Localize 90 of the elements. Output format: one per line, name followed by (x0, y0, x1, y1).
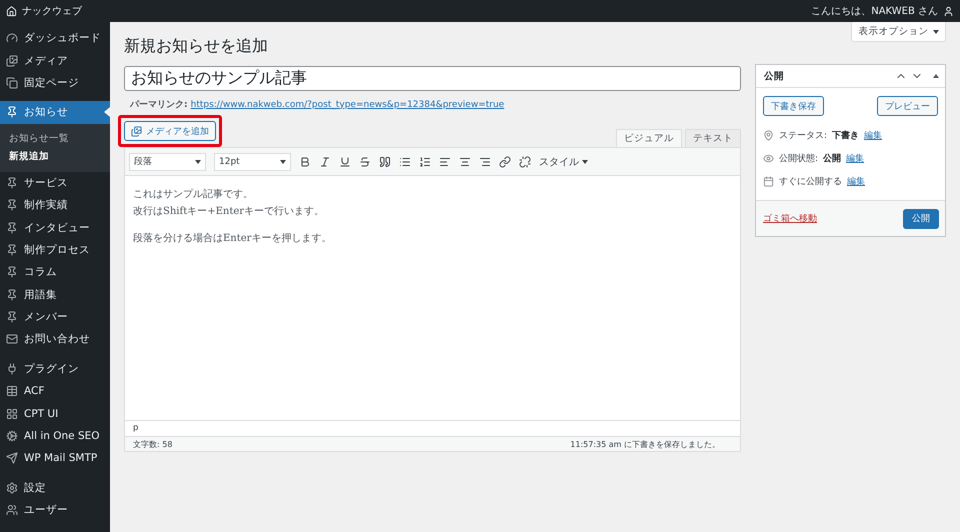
meta-label: 公開状態: (779, 152, 818, 165)
greeting[interactable]: こんにちは、NAKWEB さん (811, 4, 938, 18)
save-draft-button[interactable]: 下書き保存 (763, 96, 824, 116)
sidebar-item[interactable]: 固定ページ (0, 72, 110, 94)
plug-icon (6, 362, 18, 375)
envelope-icon (6, 333, 18, 346)
sidebar-item[interactable]: お知らせ (0, 101, 110, 124)
font-size-select[interactable]: 12pt (214, 152, 291, 170)
publish-button[interactable]: 公開 (903, 208, 939, 228)
pin-icon (6, 106, 18, 118)
screen-options-button[interactable]: 表示オプション (851, 22, 946, 42)
edit-link[interactable]: 編集 (846, 152, 864, 165)
pin-icon (6, 176, 18, 189)
current-indicator (104, 107, 110, 118)
images-icon (6, 54, 18, 67)
edit-link[interactable]: 編集 (847, 175, 865, 188)
home-icon[interactable] (6, 6, 17, 16)
permalink-label: パーマリンク: (130, 99, 188, 111)
gauge-icon (6, 32, 18, 44)
pin-icon (6, 266, 18, 278)
calendar-icon (763, 176, 774, 187)
align-right-icon[interactable] (479, 156, 491, 168)
quote-icon[interactable] (379, 156, 391, 168)
pin-icon (6, 222, 18, 234)
align-center-icon[interactable] (459, 156, 471, 168)
paragraph: 段落を分ける場合はEnterキーを押します。 (133, 232, 332, 246)
title-input[interactable]: お知らせのサンプル記事 (124, 66, 741, 91)
submenu-item[interactable]: 新規追加 (0, 148, 110, 166)
sidebar-item[interactable]: 設定 (0, 476, 110, 500)
settings-icon (6, 482, 18, 494)
sidebar-item[interactable]: 用語集 (0, 284, 110, 306)
align-left-icon[interactable] (439, 156, 451, 168)
user-icon[interactable] (943, 6, 954, 16)
eye-icon (763, 153, 774, 164)
unlink-icon[interactable] (519, 156, 531, 168)
italic-icon[interactable] (319, 156, 331, 168)
pin-icon (6, 311, 18, 324)
sidebar-item[interactable]: お問い合わせ (0, 328, 110, 351)
word-count: 文字数: 58 (133, 438, 172, 450)
page-title: 新規お知らせを追加 (124, 36, 269, 56)
sidebar-item[interactable]: メンバー (0, 306, 110, 328)
style-menu[interactable]: スタイル (539, 154, 588, 168)
meta-value: 公開 (823, 152, 842, 165)
editor-tab[interactable]: ビジュアル (616, 129, 682, 147)
box-title: 公開 (764, 70, 784, 82)
add-media-button[interactable]: メディアを追加 (124, 121, 216, 141)
sidebar-item[interactable]: 制作プロセス (0, 238, 110, 262)
trash-link[interactable]: ゴミ箱へ移動 (763, 212, 817, 225)
sidebar-item[interactable]: サービス (0, 172, 110, 194)
sidebar-item[interactable]: ダッシュボード (0, 27, 110, 50)
edit-link[interactable]: 編集 (864, 129, 882, 142)
numbered-list-icon[interactable] (419, 156, 431, 168)
strikethrough-icon[interactable] (359, 156, 371, 168)
pages-icon (6, 76, 18, 89)
editor-content[interactable]: これはサンプル記事です。 改行はShiftキー+Enterキーで行います。 段落を分ける場合はEnterキーを押します。 (125, 176, 740, 420)
meta-label: ステータス: (779, 130, 828, 142)
meta-value: 下書き (832, 129, 860, 142)
underline-icon[interactable] (339, 156, 351, 168)
collapse-icon[interactable] (933, 74, 939, 78)
preview-button[interactable]: プレビュー (877, 96, 938, 116)
sidebar-item[interactable]: ユーザー (0, 499, 110, 522)
pin-icon (6, 244, 18, 256)
sidebar-item[interactable]: 制作実績 (0, 194, 110, 216)
table-icon (6, 385, 18, 398)
sidebar-item[interactable]: メディア (0, 49, 110, 72)
media-icon (131, 126, 142, 136)
users-icon (6, 504, 18, 516)
editor-tab[interactable]: テキスト (685, 129, 741, 147)
submenu-item[interactable]: お知らせ一覧 (0, 130, 110, 148)
permalink-link[interactable]: https://www.nakweb.com/?post_type=news&p=12384&preview=true (190, 100, 504, 110)
sidebar-item[interactable]: コラム (0, 261, 110, 284)
pin-icon (6, 199, 18, 212)
sidebar-item[interactable]: All in One SEO (0, 424, 110, 448)
bold-icon[interactable] (299, 156, 311, 168)
site-name[interactable]: ナックウェブ (22, 4, 82, 18)
link-icon[interactable] (499, 156, 511, 168)
sidebar-item[interactable]: CPT UI (0, 402, 110, 425)
pin-icon (763, 130, 774, 141)
autosave-message: 11:57:35 am に下書きを保存しました。 (570, 438, 720, 450)
sidebar-item[interactable]: WP Mail SMTP (0, 447, 110, 470)
meta-label: すぐに公開する (779, 176, 842, 188)
grid-icon (6, 408, 18, 420)
paragraph: これはサンプル記事です。 改行はShiftキー+Enterキーで行います。 (133, 188, 326, 219)
pin-icon (6, 288, 18, 301)
send-icon (6, 452, 18, 464)
sidebar-item[interactable]: プラグイン (0, 358, 110, 380)
sidebar-item[interactable]: ACF (0, 380, 110, 402)
gear-icon (6, 430, 18, 442)
format-select[interactable]: 段落 (129, 152, 206, 170)
sidebar-item[interactable]: インタビュー (0, 216, 110, 239)
